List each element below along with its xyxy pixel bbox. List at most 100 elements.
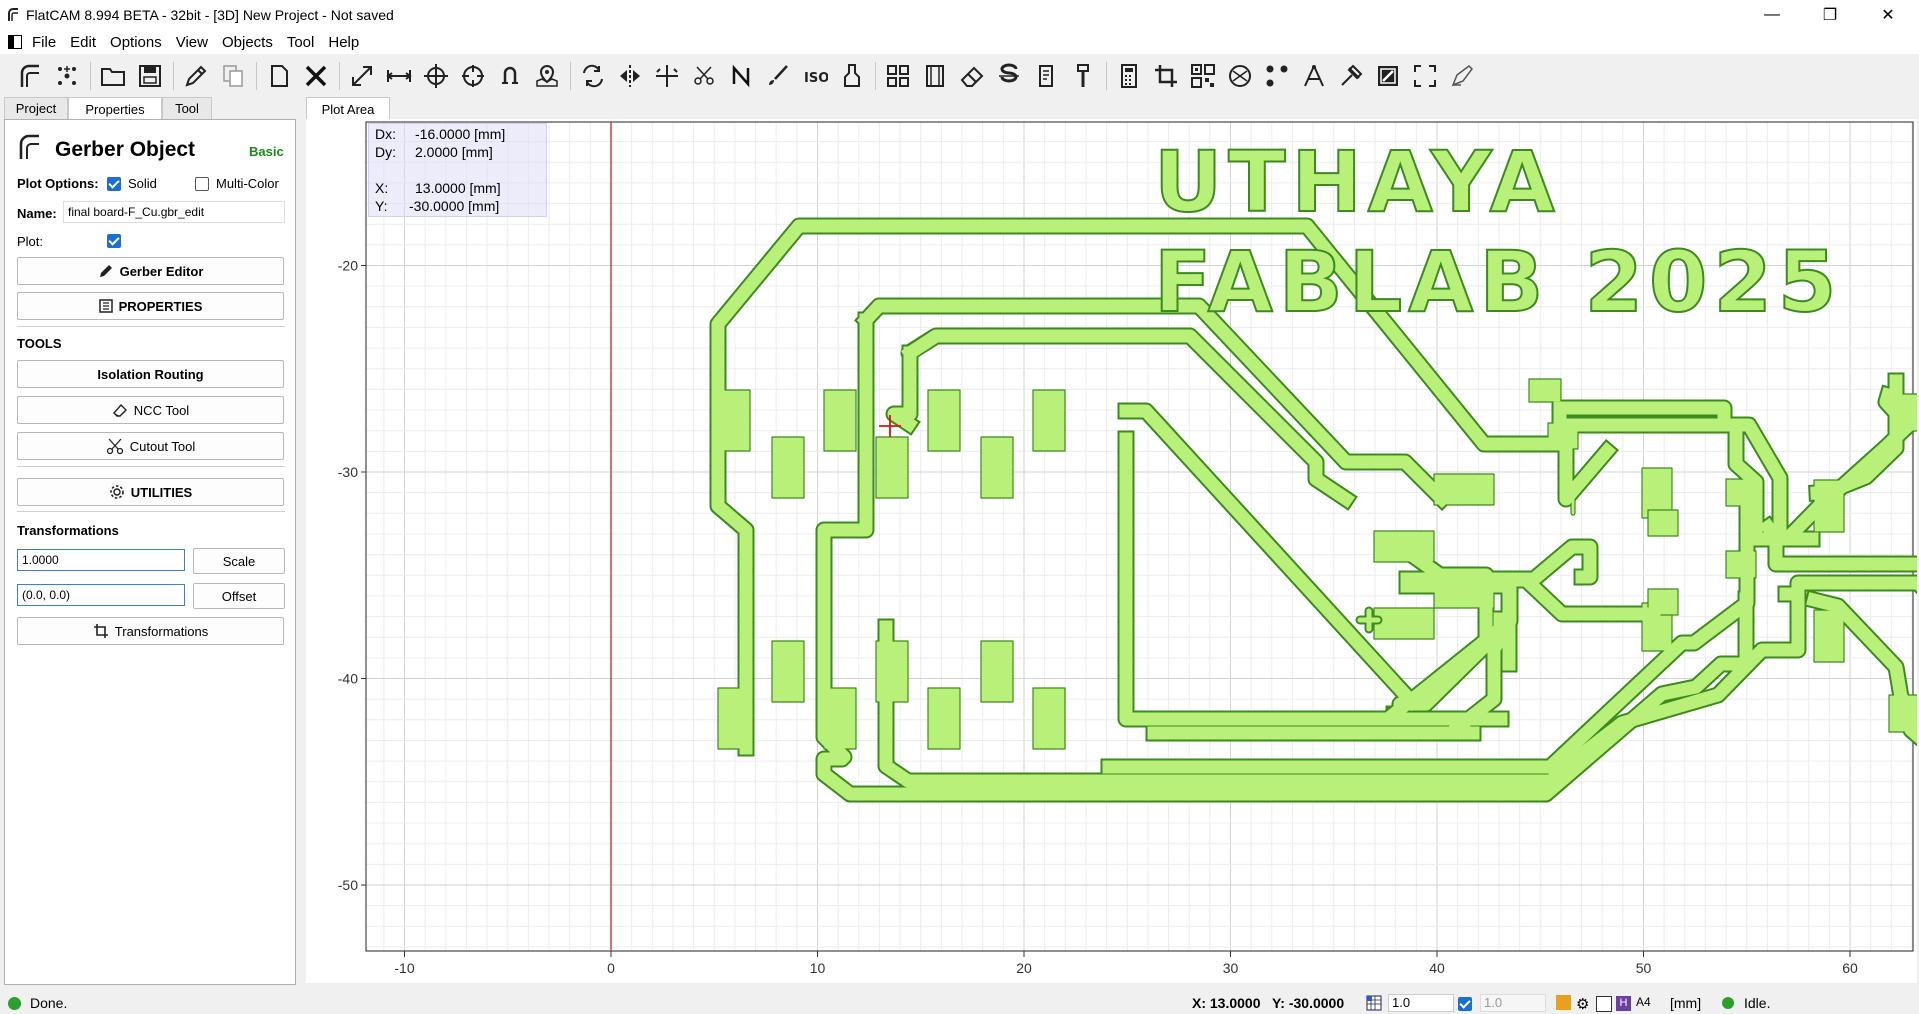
- minimize-button[interactable]: —: [1743, 0, 1801, 30]
- properties-button[interactable]: PROPERTIES: [17, 292, 284, 320]
- open-gerber-icon[interactable]: [16, 62, 44, 90]
- plot-label: Plot:: [17, 234, 44, 249]
- menu-tool[interactable]: Tool: [287, 34, 315, 51]
- menu-options[interactable]: Options: [110, 34, 162, 51]
- crop-icon[interactable]: [1152, 62, 1180, 90]
- idle-status-icon: [1722, 997, 1734, 1009]
- utilities-button[interactable]: UTILITIES: [17, 478, 284, 506]
- dx-label: Dx:: [375, 126, 396, 142]
- delete-icon[interactable]: [302, 62, 330, 90]
- pencil-icon: [99, 265, 112, 277]
- isolation-routing-button[interactable]: Isolation Routing: [17, 360, 284, 388]
- plot-options-label: Plot Options:: [17, 176, 99, 191]
- report-icon[interactable]: [1032, 62, 1060, 90]
- flip-icon[interactable]: [579, 62, 607, 90]
- tab-tool[interactable]: Tool: [162, 97, 212, 119]
- solid-check-icon[interactable]: [107, 176, 121, 191]
- menu-objects[interactable]: Objects: [222, 34, 273, 51]
- left-tab-bar: Project Properties Tool: [0, 97, 300, 120]
- calibration-icon[interactable]: [1300, 62, 1328, 90]
- plot-checkbox[interactable]: [107, 234, 121, 248]
- hud-icon[interactable]: H: [1616, 996, 1631, 1011]
- panel-header: Gerber Object: [55, 138, 196, 161]
- gerber-editor-button[interactable]: Gerber Editor: [17, 257, 284, 285]
- new-document-icon[interactable]: [265, 62, 293, 90]
- n-tool-icon[interactable]: [727, 62, 755, 90]
- gerber-editor-label: Gerber Editor: [119, 263, 204, 279]
- grid-y-input[interactable]: 1.0: [1480, 994, 1546, 1012]
- etch-compensation-icon[interactable]: [1448, 62, 1476, 90]
- transformations-button[interactable]: Transformations: [17, 617, 284, 645]
- shell-icon[interactable]: [1596, 996, 1612, 1012]
- copper-thieving-icon[interactable]: [1226, 62, 1254, 90]
- offset-button[interactable]: Offset: [193, 583, 285, 609]
- plot-area[interactable]: -10 0 10 20 30 40 50 60 -20 -30 -40 -50: [306, 119, 1917, 983]
- calculator-icon[interactable]: [1115, 62, 1143, 90]
- scale-button[interactable]: Scale: [193, 548, 285, 574]
- invert-gerber-icon[interactable]: [1374, 62, 1402, 90]
- y-tick-label: -20: [338, 258, 358, 274]
- menu-view[interactable]: View: [176, 34, 208, 51]
- film-icon[interactable]: [921, 62, 949, 90]
- multicolor-check-icon[interactable]: [195, 176, 209, 191]
- x-tick-label: -10: [394, 960, 414, 976]
- iso-tool-icon[interactable]: ISO: [801, 62, 829, 90]
- cutout-tool-button[interactable]: Cutout Tool: [17, 432, 284, 460]
- solid-checkbox[interactable]: Solid: [107, 176, 157, 191]
- corner-markers-icon[interactable]: [1411, 62, 1439, 90]
- grid-x-input[interactable]: 1.0: [1388, 994, 1454, 1012]
- board-text-line2: FABLAB 2025: [1154, 233, 1842, 331]
- tab-properties[interactable]: Properties: [68, 97, 162, 120]
- solder-paste-icon[interactable]: [838, 62, 866, 90]
- menu-file[interactable]: File: [32, 34, 56, 51]
- open-project-icon[interactable]: [99, 62, 127, 90]
- utilities-label: UTILITIES: [130, 484, 193, 500]
- resize-diagonal-icon[interactable]: [348, 62, 376, 90]
- properties-panel: Gerber Object Basic Plot Options: Solid …: [4, 119, 296, 985]
- mirror-icon[interactable]: [616, 62, 644, 90]
- copy-object-icon[interactable]: [219, 62, 247, 90]
- x-tick-label: 20: [1016, 960, 1032, 976]
- eraser-icon[interactable]: [958, 62, 986, 90]
- fiducials-icon[interactable]: [1263, 62, 1291, 90]
- y-tick-label: -40: [338, 671, 358, 687]
- distance-tool-icon[interactable]: [385, 62, 413, 90]
- properties-icon: [98, 299, 113, 313]
- tab-project[interactable]: Project: [4, 97, 68, 119]
- panelize-icon[interactable]: [884, 62, 912, 90]
- open-excellon-icon[interactable]: [53, 62, 81, 90]
- plot-canvas[interactable]: -10 0 10 20 30 40 50 60-20-30-40-50 UTHA…: [306, 119, 1917, 983]
- align-icon[interactable]: [653, 62, 681, 90]
- paint-brush-icon[interactable]: [764, 62, 792, 90]
- units-label[interactable]: [mm]: [1670, 995, 1701, 1011]
- menu-edit[interactable]: Edit: [70, 34, 96, 51]
- qrcode-icon[interactable]: [1189, 62, 1217, 90]
- grid-snap-icon[interactable]: [1366, 995, 1382, 1011]
- locate-icon[interactable]: [496, 62, 524, 90]
- offset-input[interactable]: (0.0, 0.0): [17, 584, 185, 606]
- editor-pencil-icon[interactable]: [182, 62, 210, 90]
- tab-plot-area[interactable]: Plot Area: [306, 97, 390, 120]
- close-button[interactable]: ✕: [1859, 0, 1917, 30]
- panel-toggle-icon[interactable]: [8, 35, 22, 49]
- object-name-input[interactable]: final board-F_Cu.gbr_edit: [63, 201, 285, 223]
- punch-gerber-icon[interactable]: [1337, 62, 1365, 90]
- ncc-tool-button[interactable]: NCC Tool: [17, 396, 284, 424]
- jump-to-location-icon[interactable]: [459, 62, 487, 90]
- scale-factor-input[interactable]: 1.0000: [17, 549, 185, 571]
- multicolor-checkbox[interactable]: Multi-Color: [195, 176, 279, 191]
- map-pin-icon[interactable]: [533, 62, 561, 90]
- optimize-icon[interactable]: [995, 62, 1023, 90]
- paper-size-label[interactable]: A4: [1636, 995, 1651, 1009]
- maximize-button[interactable]: ❐: [1801, 0, 1859, 30]
- menu-help[interactable]: Help: [328, 34, 359, 51]
- cut-icon[interactable]: [690, 62, 718, 90]
- settings-gear-icon[interactable]: ⚙: [1576, 995, 1589, 1013]
- set-origin-icon[interactable]: [422, 62, 450, 90]
- axis-toggle-icon[interactable]: [1556, 995, 1571, 1010]
- probe-icon[interactable]: [1069, 62, 1097, 90]
- y-value: -30.0000 [mm]: [409, 198, 500, 214]
- save-project-icon[interactable]: [136, 62, 164, 90]
- grid-link-checkbox[interactable]: [1458, 997, 1472, 1011]
- app-level-label: Basic: [249, 144, 284, 159]
